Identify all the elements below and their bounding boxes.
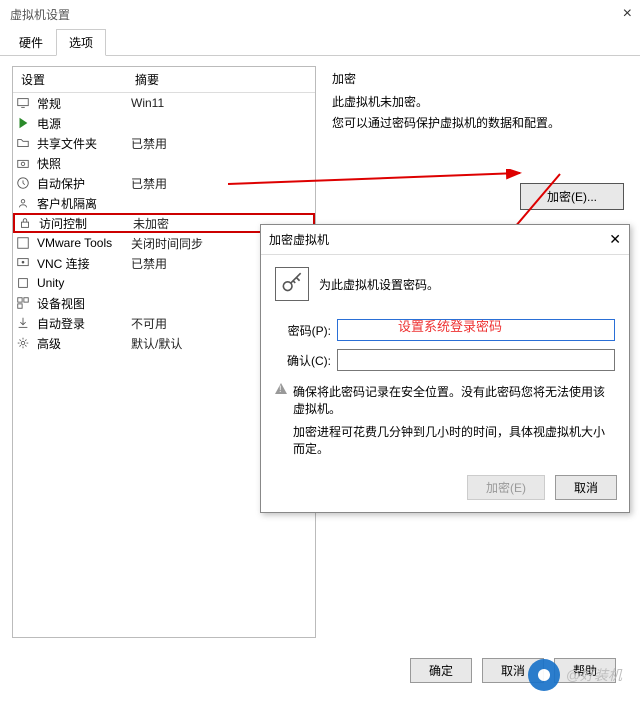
list-item-play[interactable]: 电源 [13,113,315,133]
password-input[interactable] [337,319,615,341]
dialog-title: 加密虚拟机 [269,231,329,248]
list-item-label: VMware Tools [33,236,127,250]
list-item-clock[interactable]: 自动保护已禁用 [13,173,315,193]
list-item-folder[interactable]: 共享文件夹已禁用 [13,133,315,153]
list-item-label: 设备视图 [33,295,127,312]
list-item-summary: Win11 [127,96,315,110]
list-item-label: 访问控制 [35,215,129,232]
list-item-label: 常规 [33,95,127,112]
list-item-label: VNC 连接 [33,255,127,272]
encrypt-button[interactable]: 加密(E)... [520,183,624,210]
titlebar: 虚拟机设置 × [0,0,640,28]
window-title: 虚拟机设置 [10,6,70,23]
vnc-icon [13,256,33,270]
key-icon [275,267,309,301]
encrypt-dialog: 加密虚拟机 ✕ 为此虚拟机设置密码。 密码(P): 确认(C): 确保将此密码记… [260,224,630,513]
dialog-encrypt-button[interactable]: 加密(E) [467,475,545,500]
dialog-instruction: 为此虚拟机设置密码。 [319,276,439,293]
dialog-warning: 确保将此密码记录在安全位置。没有此密码您将无法使用该虚拟机。 [293,383,615,417]
confirm-label: 确认(C): [275,352,331,369]
encryption-desc: 您可以通过密码保护虚拟机的数据和配置。 [332,114,624,131]
login-icon [13,316,33,330]
watermark-text: @好装机 [566,665,622,685]
unity-icon [13,276,33,290]
dialog-note: 加密进程可花费几分钟到几小时的时间，具体视虚拟机大小而定。 [293,423,615,457]
play-icon [13,116,33,130]
monitor-icon [13,96,33,110]
folder-icon [13,136,33,150]
list-item-camera[interactable]: 快照 [13,153,315,173]
guest-icon [13,196,33,210]
clock-icon [13,176,33,190]
list-header: 设置 摘要 [13,67,315,93]
list-item-label: 自动保护 [33,175,127,192]
encryption-status: 此虚拟机未加密。 [332,93,624,110]
tab-hardware[interactable]: 硬件 [6,29,56,56]
tab-bar: 硬件 选项 [0,28,640,56]
watermark: @好装机 [528,659,622,691]
tab-options[interactable]: 选项 [56,29,106,56]
view-icon [13,296,33,310]
list-item-summary: 已禁用 [127,135,315,152]
dialog-close-icon[interactable]: ✕ [609,231,621,248]
list-item-label: 快照 [33,155,127,172]
list-item-monitor[interactable]: 常规Win11 [13,93,315,113]
list-item-guest[interactable]: 客户机隔离 [13,193,315,213]
lock-icon [15,216,35,230]
list-item-label: 客户机隔离 [33,195,127,212]
header-setting: 设置 [13,67,127,92]
tools-icon [13,236,33,250]
list-item-label: 共享文件夹 [33,135,127,152]
password-label: 密码(P): [275,322,331,339]
list-item-label: Unity [33,276,127,290]
header-summary: 摘要 [127,67,315,92]
watermark-icon [528,659,560,691]
close-icon[interactable]: × [623,5,632,23]
list-item-label: 高级 [33,335,127,352]
ok-button[interactable]: 确定 [410,658,472,683]
list-item-label: 自动登录 [33,315,127,332]
warning-icon [275,383,287,394]
camera-icon [13,156,33,170]
encryption-title: 加密 [332,70,624,87]
list-item-summary: 已禁用 [127,175,315,192]
dialog-cancel-button[interactable]: 取消 [555,475,617,500]
gear-icon [13,336,33,350]
confirm-input[interactable] [337,349,615,371]
list-item-label: 电源 [33,115,127,132]
